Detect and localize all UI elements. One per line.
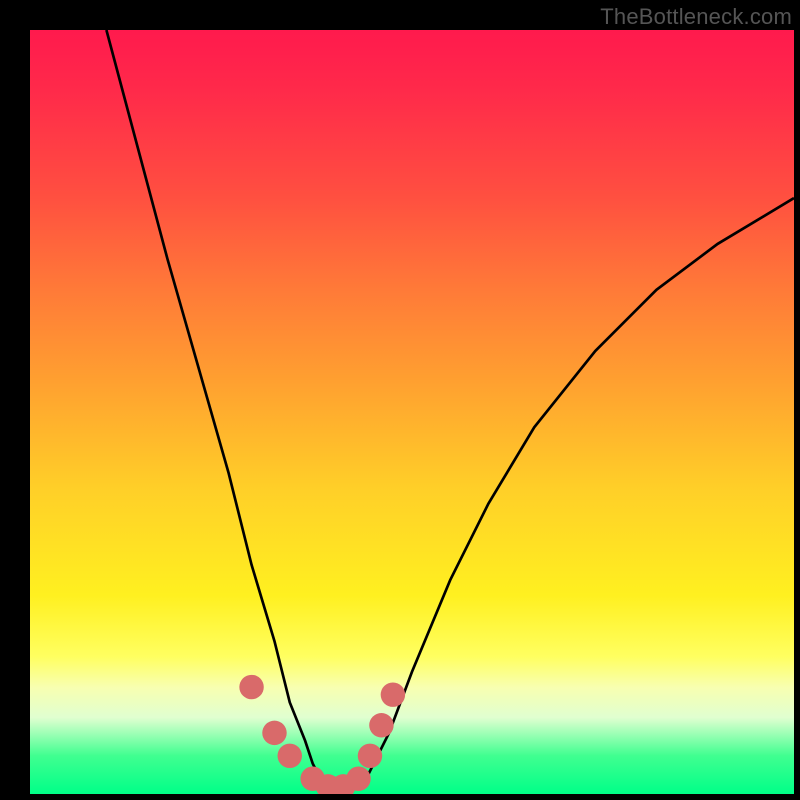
chart-frame: TheBottleneck.com — [0, 0, 800, 800]
curve-marker — [346, 766, 370, 790]
curve-marker — [358, 744, 382, 768]
plot-area — [30, 30, 794, 794]
curve-marker — [239, 675, 263, 699]
bottleneck-curve — [106, 30, 794, 786]
curve-marker — [369, 713, 393, 737]
curve-marker — [381, 682, 405, 706]
curve-marker — [262, 721, 286, 745]
curve-marker — [278, 744, 302, 768]
marker-group — [239, 675, 405, 794]
watermark-text: TheBottleneck.com — [600, 4, 792, 30]
chart-svg — [30, 30, 794, 794]
